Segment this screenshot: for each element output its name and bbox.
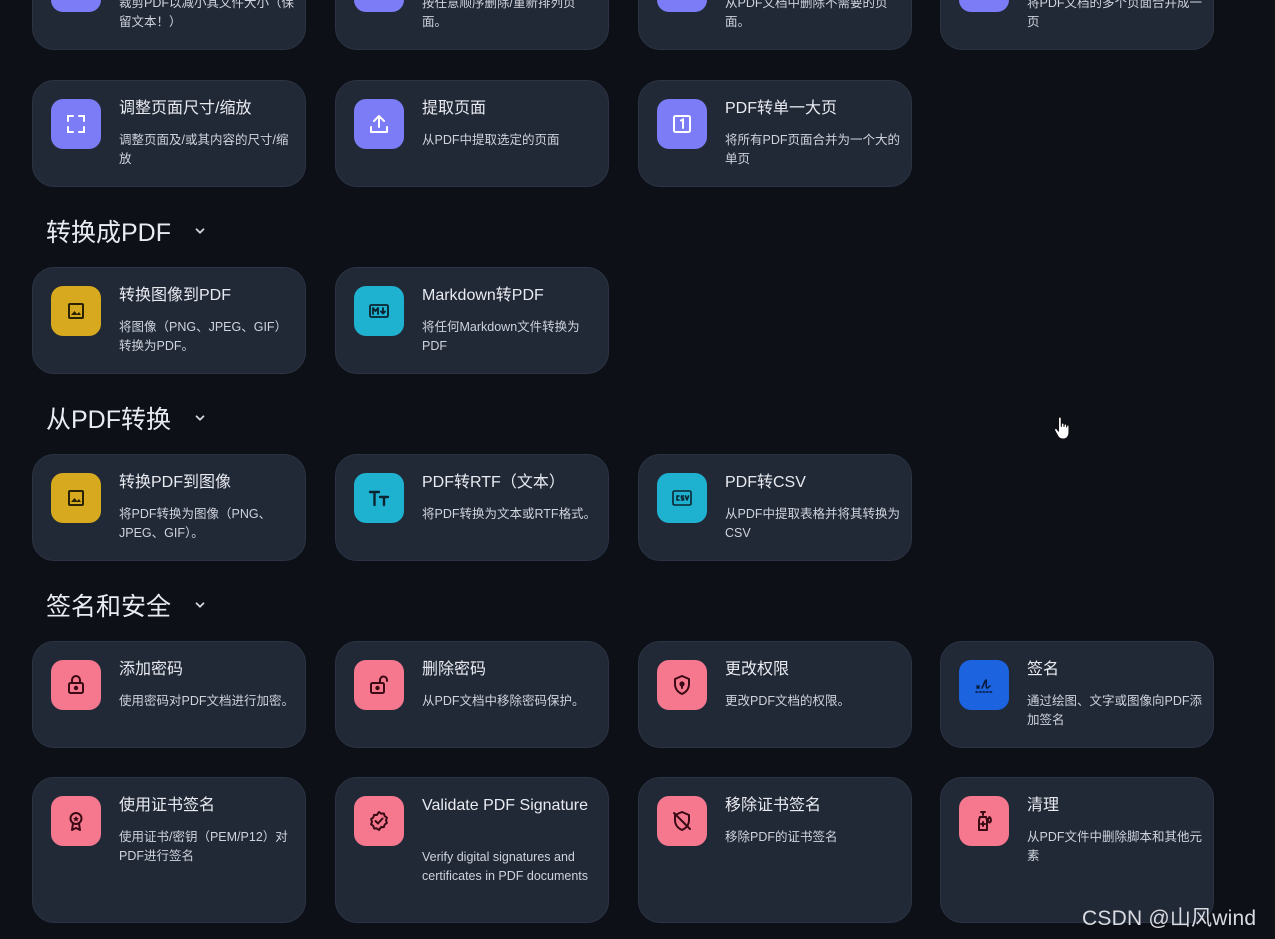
tool-card-pdf-to-rtf[interactable]: PDF转RTF（文本） 将PDF转换为文本或RTF格式。 [335, 454, 609, 561]
shield-lock-icon [657, 660, 707, 710]
fullscreen-corners-icon [51, 99, 101, 149]
tool-card-permissions[interactable]: 更改权限 更改PDF文档的权限。 [638, 641, 912, 748]
card-title: Validate PDF Signature [422, 797, 589, 814]
card-description: Verify digital signatures and certificat… [422, 850, 589, 883]
card-description: 从PDF文件中删除脚本和其他元素 [1027, 830, 1203, 863]
section-title: 从PDF转换 [46, 406, 172, 434]
card-description: 从PDF中提取选定的页面 [422, 133, 560, 147]
section-header-convert-from-pdf[interactable]: 从PDF转换 [46, 401, 207, 435]
tool-card-remove-password[interactable]: 删除密码 从PDF文档中移除密码保护。 [335, 641, 609, 748]
card-description: 将图像（PNG、JPEG、GIF）转换为PDF。 [119, 320, 288, 353]
card-title: Markdown转PDF [422, 287, 544, 304]
card-title: 移除证书签名 [725, 797, 822, 814]
card-title: 转换PDF到图像 [119, 474, 232, 491]
card-title: 添加密码 [119, 661, 184, 678]
certificate-badge-icon [51, 796, 101, 846]
section-title: 签名和安全 [46, 593, 172, 621]
tool-card-merge-pages[interactable]: 将PDF文档的多个页面合并成一页 [940, 0, 1214, 50]
signature-icon [959, 660, 1009, 710]
tool-card-reorder[interactable]: 按任意顺序删除/重新排列页面。 [335, 0, 609, 50]
section-header-convert-to-pdf[interactable]: 转换成PDF [46, 214, 207, 248]
tool-card-pdf-to-csv[interactable]: PDF转CSV 从PDF中提取表格并将其转换为CSV [638, 454, 912, 561]
card-description: 通过绘图、文字或图像向PDF添加签名 [1027, 694, 1203, 727]
tool-card-compress[interactable]: 裁剪PDF以减小其文件大小（保留文本！） [32, 0, 306, 50]
lock-icon [51, 660, 101, 710]
tool-card-cert-sign[interactable]: 使用证书签名 使用证书/密钥（PEM/P12）对PDF进行签名 [32, 777, 306, 923]
tool-card-extract[interactable]: 提取页面 从PDF中提取选定的页面 [335, 80, 609, 187]
tool-card-md-to-pdf[interactable]: Markdown转PDF 将任何Markdown文件转换为PDF [335, 267, 609, 374]
card-title: PDF转CSV [725, 474, 806, 491]
chevron-down-icon [195, 228, 205, 234]
image-icon [51, 286, 101, 336]
text-fields-icon [354, 473, 404, 523]
card-description: 从PDF中提取表格并将其转换为CSV [725, 507, 901, 540]
tool-card-pdf-to-img[interactable]: 转换PDF到图像 将PDF转换为图像（PNG、JPEG、GIF）。 [32, 454, 306, 561]
card-description: 从PDF文档中移除密码保护。 [422, 694, 585, 708]
card-title: 提取页面 [422, 100, 487, 117]
tool-card-img-to-pdf[interactable]: 转换图像到PDF 将图像（PNG、JPEG、GIF）转换为PDF。 [32, 267, 306, 374]
hand-pointer-cursor-icon [1053, 416, 1070, 440]
card-title: PDF转RTF（文本） [422, 474, 565, 491]
card-title: PDF转单一大页 [725, 100, 838, 117]
chevron-down-icon [195, 415, 205, 421]
section-title: 转换成PDF [46, 219, 172, 247]
card-description: 移除PDF的证书签名 [725, 830, 838, 844]
watermark: CSDN @山风wind [1082, 907, 1257, 930]
remove-pages-icon [657, 0, 707, 12]
card-description: 将PDF文档的多个页面合并成一页 [1027, 0, 1203, 29]
tool-card-remove-cert[interactable]: 移除证书签名 移除PDF的证书签名 [638, 777, 912, 923]
sanitizer-icon [959, 796, 1009, 846]
tool-card-sign[interactable]: 签名 通过绘图、文字或图像向PDF添加签名 [940, 641, 1214, 748]
card-description: 使用证书/密钥（PEM/P12）对PDF进行签名 [119, 830, 288, 863]
tool-card-add-password[interactable]: 添加密码 使用密码对PDF文档进行加密。 [32, 641, 306, 748]
card-title: 转换图像到PDF [119, 287, 232, 304]
image-icon [51, 473, 101, 523]
markdown-icon [354, 286, 404, 336]
card-description: 裁剪PDF以减小其文件大小（保留文本！） [119, 0, 295, 29]
card-description: 按任意顺序删除/重新排列页面。 [422, 0, 576, 29]
merge-pages-icon [959, 0, 1009, 12]
card-description: 使用密码对PDF文档进行加密。 [119, 694, 295, 708]
card-description: 更改PDF文档的权限。 [725, 694, 851, 708]
tool-card-remove-pages[interactable]: 从PDF文档中删除不需要的页面。 [638, 0, 912, 50]
card-title: 更改权限 [725, 661, 790, 678]
tool-card-validate-signature[interactable]: Validate PDF Signature Verify digital si… [335, 777, 609, 923]
card-title: 签名 [1027, 661, 1060, 678]
tool-card-resize[interactable]: 调整页面尺寸/缩放 调整页面及/或其内容的尺寸/缩放 [32, 80, 306, 187]
lock-open-icon [354, 660, 404, 710]
card-description: 将所有PDF页面合并为一个大的单页 [725, 133, 901, 166]
csv-icon [657, 473, 707, 523]
card-title: 删除密码 [422, 661, 487, 678]
looks-one-icon [657, 99, 707, 149]
card-description: 将PDF转换为文本或RTF格式。 [422, 507, 597, 521]
verified-badge-icon [354, 796, 404, 846]
card-description: 从PDF文档中删除不需要的页面。 [725, 0, 888, 29]
card-title: 调整页面尺寸/缩放 [119, 100, 252, 117]
upload-icon [354, 99, 404, 149]
reorder-icon [354, 0, 404, 12]
remove-moderator-icon [657, 796, 707, 846]
card-description: 调整页面及/或其内容的尺寸/缩放 [119, 133, 289, 166]
tool-card-single-page[interactable]: PDF转单一大页 将所有PDF页面合并为一个大的单页 [638, 80, 912, 187]
card-title: 清理 [1027, 797, 1060, 814]
compress-icon [51, 0, 101, 12]
section-header-sign-security[interactable]: 签名和安全 [46, 588, 207, 622]
card-description: 将PDF转换为图像（PNG、JPEG、GIF）。 [119, 507, 272, 540]
card-title: 使用证书签名 [119, 797, 216, 814]
chevron-down-icon [195, 602, 205, 608]
card-description: 将任何Markdown文件转换为PDF [422, 320, 580, 353]
